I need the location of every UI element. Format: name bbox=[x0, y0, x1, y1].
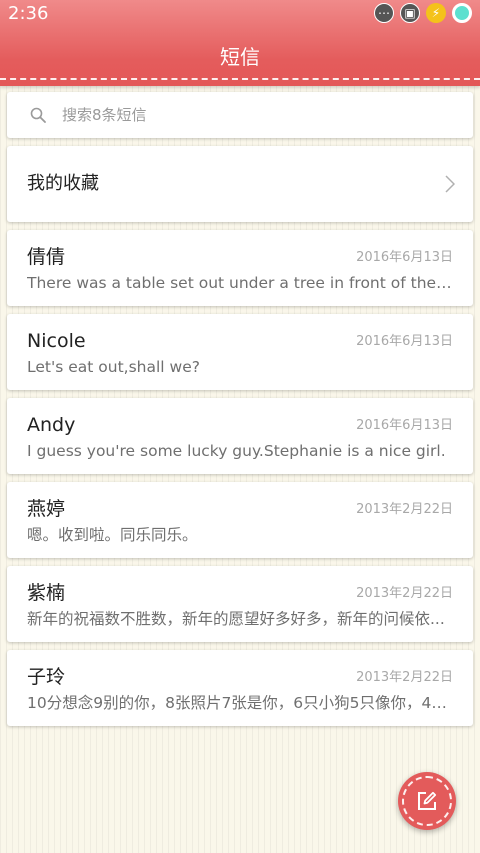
search-icon bbox=[30, 107, 46, 123]
search-input[interactable]: 搜索8条短信 bbox=[62, 105, 147, 125]
message-item[interactable]: Andy 2016年6月13日 I guess you're some luck… bbox=[7, 398, 473, 474]
message-item[interactable]: 紫楠 2013年2月22日 新年的祝福数不胜数，新年的愿望好多好多，新年的问候依… bbox=[7, 566, 473, 642]
message-preview: I guess you're some lucky guy.Stephanie … bbox=[27, 442, 446, 460]
status-time: 2:36 bbox=[8, 3, 49, 24]
status-icons: ⋯ ▣ ⚡ bbox=[374, 3, 472, 23]
message-sender: 倩倩 bbox=[27, 246, 66, 268]
message-date: 2016年6月13日 bbox=[356, 418, 453, 433]
message-preview: Let's eat out,shall we? bbox=[27, 358, 200, 376]
compose-button[interactable] bbox=[398, 772, 456, 830]
message-sender: 子玲 bbox=[27, 666, 66, 688]
screenshot-icon: ▣ bbox=[400, 3, 420, 23]
message-preview: 嗯。收到啦。同乐同乐。 bbox=[27, 526, 198, 544]
favorites-label: 我的收藏 bbox=[27, 173, 99, 194]
app-header: 2:36 ⋯ ▣ ⚡ 短信 bbox=[0, 0, 480, 86]
message-date: 2013年2月22日 bbox=[356, 586, 453, 601]
message-item[interactable]: 燕婷 2013年2月22日 嗯。收到啦。同乐同乐。 bbox=[7, 482, 473, 558]
message-date: 2016年6月13日 bbox=[356, 334, 453, 349]
charging-icon: ⚡ bbox=[426, 3, 446, 23]
header-stitch-divider bbox=[0, 78, 480, 80]
ring-icon bbox=[452, 3, 472, 23]
message-item[interactable]: Nicole 2016年6月13日 Let's eat out,shall we… bbox=[7, 314, 473, 390]
message-date: 2016年6月13日 bbox=[356, 250, 453, 265]
message-item[interactable]: 子玲 2013年2月22日 10分想念9别的你，8张照片7张是你，6只小狗5只像… bbox=[7, 650, 473, 726]
message-item[interactable]: 倩倩 2016年6月13日 There was a table set out … bbox=[7, 230, 473, 306]
favorites-item[interactable]: 我的收藏 bbox=[7, 146, 473, 222]
page-title: 短信 bbox=[220, 45, 260, 69]
message-sender: 紫楠 bbox=[27, 582, 66, 604]
chevron-right-icon bbox=[445, 175, 455, 193]
message-sender: Andy bbox=[27, 414, 76, 436]
message-date: 2013年2月22日 bbox=[356, 502, 453, 517]
search-bar[interactable]: 搜索8条短信 bbox=[7, 92, 473, 138]
message-date: 2013年2月22日 bbox=[356, 670, 453, 685]
message-preview: 新年的祝福数不胜数，新年的愿望好多好多，新年的问候依... bbox=[27, 610, 445, 628]
message-preview: There was a table set out under a tree i… bbox=[27, 274, 453, 292]
message-sender: Nicole bbox=[27, 330, 86, 352]
more-icon: ⋯ bbox=[374, 3, 394, 23]
message-preview: 10分想念9别的你，8张照片7张是你，6只小狗5只像你，4根... bbox=[27, 694, 453, 712]
compose-icon bbox=[418, 791, 437, 810]
message-sender: 燕婷 bbox=[27, 498, 66, 520]
